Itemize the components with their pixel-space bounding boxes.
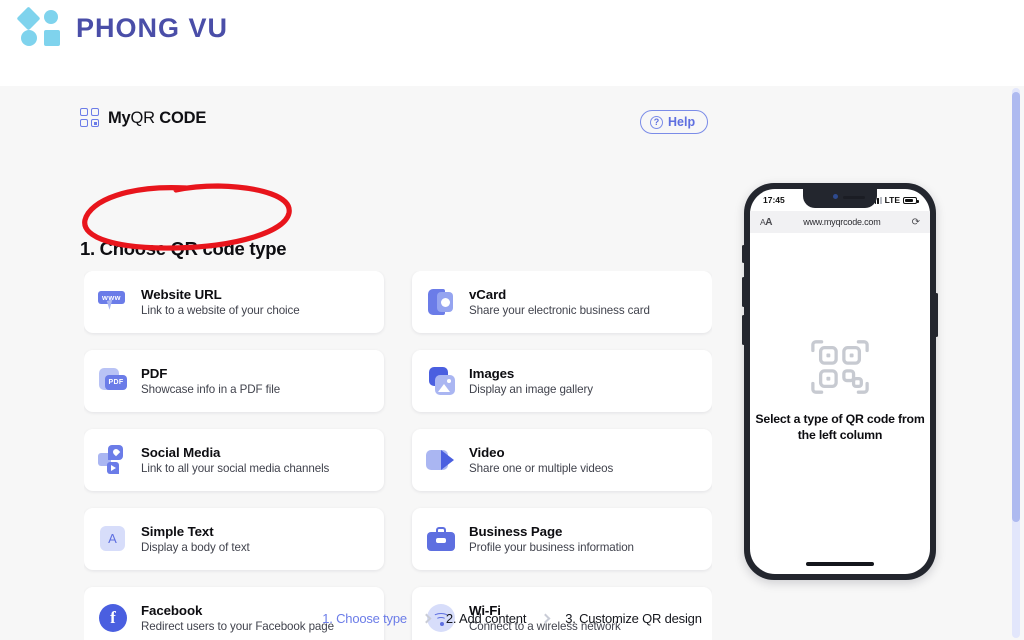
phone-volume-down-button xyxy=(742,315,745,345)
status-time: 17:45 xyxy=(763,195,785,205)
card-title: Social Media xyxy=(141,445,221,460)
preview-placeholder-message: Select a type of QR code from the left c… xyxy=(755,411,925,442)
footer-step-3[interactable]: 3. Customize QR design xyxy=(565,611,702,626)
step-navigation: 1. Choose type 2. Add content 3. Customi… xyxy=(0,596,1024,640)
vcard-icon xyxy=(426,287,456,317)
card-subtitle: Display a body of text xyxy=(141,541,250,554)
card-title: PDF xyxy=(141,366,168,381)
qr-type-card-pdf[interactable]: PDF PDF Showcase info in a PDF file xyxy=(84,350,384,412)
phone-home-indicator xyxy=(806,562,874,566)
briefcase-icon xyxy=(426,524,456,554)
step-heading: 1. Choose QR code type xyxy=(80,238,287,259)
app-title-row: MyQR CODE xyxy=(80,108,700,138)
qr-type-card-video[interactable]: Video Share one or multiple videos xyxy=(412,429,712,491)
card-title: Simple Text xyxy=(141,524,214,539)
qr-placeholder-icon xyxy=(811,339,869,394)
pdf-icon: PDF xyxy=(98,366,128,396)
social-media-icon xyxy=(98,445,128,475)
app-page: PHONG VU MyQR CODE 1. Choose QR code typ… xyxy=(0,0,1024,640)
page-scrollbar-thumb[interactable] xyxy=(1012,92,1020,522)
network-label: LTE xyxy=(884,195,900,205)
images-icon xyxy=(426,366,456,396)
chevron-right-icon xyxy=(540,613,551,623)
letter-a-icon: A xyxy=(98,524,128,554)
footer-step-1[interactable]: 1. Choose type xyxy=(322,611,407,626)
phone-preview: 17:45 LTE AA www.myqrcode.com ⟳ Select a… xyxy=(742,183,938,580)
card-subtitle: Profile your business information xyxy=(469,541,634,554)
refresh-icon[interactable]: ⟳ xyxy=(912,217,920,228)
help-label: Help xyxy=(668,115,696,129)
letter-a-label: A xyxy=(100,526,125,551)
phone-volume-up-button xyxy=(742,277,745,307)
phone-screen: 17:45 LTE AA www.myqrcode.com ⟳ Select a… xyxy=(750,189,930,574)
phone-power-button xyxy=(935,293,938,337)
qr-type-card-social-media[interactable]: Social Media Link to all your social med… xyxy=(84,429,384,491)
battery-icon xyxy=(903,196,919,204)
phone-url-bar[interactable]: AA www.myqrcode.com ⟳ xyxy=(750,211,930,233)
pdf-badge-label: PDF xyxy=(105,375,127,390)
phone-notch xyxy=(803,189,877,208)
footer-step-2[interactable]: 2. Add content xyxy=(446,611,527,626)
qr-type-card-business-page[interactable]: Business Page Profile your business info… xyxy=(412,508,712,570)
help-button[interactable]: ? Help xyxy=(640,110,709,134)
app-title-qr: QR xyxy=(130,108,160,127)
qr-type-card-simple-text[interactable]: A Simple Text Display a body of text xyxy=(84,508,384,570)
card-subtitle: Link to all your social media channels xyxy=(141,462,330,475)
brand-logo[interactable]: PHONG VU xyxy=(16,6,229,48)
qr-type-grid: www Website URL Link to a website of you… xyxy=(84,271,712,640)
phone-mute-button xyxy=(742,245,745,263)
app-title-my: My xyxy=(108,108,131,127)
card-title: Video xyxy=(469,445,505,460)
card-title: vCard xyxy=(469,287,507,302)
phone-preview-body: Select a type of QR code from the left c… xyxy=(750,233,930,574)
card-subtitle: Share one or multiple videos xyxy=(469,462,614,475)
chevron-right-icon xyxy=(421,613,432,623)
card-title: Images xyxy=(469,366,515,381)
card-subtitle: Showcase info in a PDF file xyxy=(141,383,281,396)
question-mark-icon: ? xyxy=(650,115,663,129)
app-title-code: CODE xyxy=(159,108,207,127)
phong-vu-logo-icon xyxy=(16,6,64,48)
video-icon xyxy=(426,445,456,475)
page-title: MyQR CODE xyxy=(80,108,700,128)
brand-name: PHONG VU xyxy=(76,12,229,43)
page-scrollbar-track[interactable] xyxy=(1012,88,1020,638)
brand-header: PHONG VU xyxy=(0,0,1024,86)
card-title: Website URL xyxy=(141,287,222,302)
qr-code-icon xyxy=(80,108,100,128)
www-icon: www xyxy=(98,287,128,317)
card-subtitle: Display an image gallery xyxy=(469,383,593,396)
qr-type-card-website-url[interactable]: www Website URL Link to a website of you… xyxy=(84,271,384,333)
card-title: Business Page xyxy=(469,524,563,539)
qr-type-card-vcard[interactable]: vCard Share your electronic business car… xyxy=(412,271,712,333)
url-text: www.myqrcode.com xyxy=(803,217,881,227)
card-subtitle: Share your electronic business card xyxy=(469,304,650,317)
qr-type-card-images[interactable]: Images Display an image gallery xyxy=(412,350,712,412)
text-size-icon[interactable]: AA xyxy=(760,217,772,228)
card-subtitle: Link to a website of your choice xyxy=(141,304,300,317)
